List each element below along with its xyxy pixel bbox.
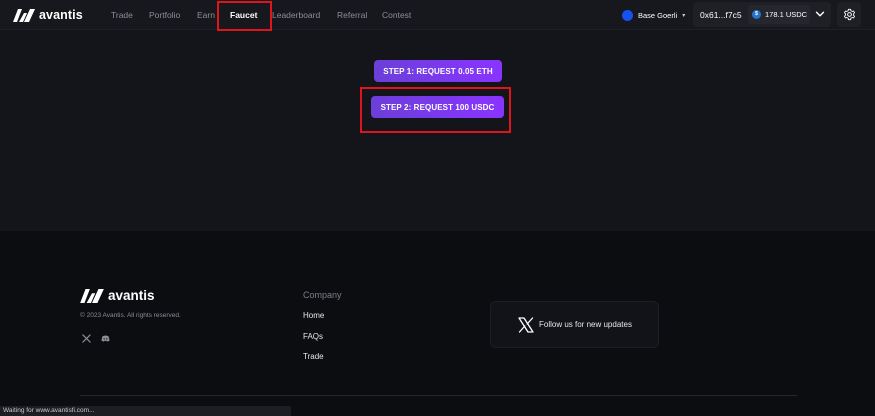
wallet-address: 0x61...f7c5 — [700, 9, 742, 20]
nav-portfolio[interactable]: Portfolio — [149, 10, 180, 20]
footer-brand-name: avantis — [108, 288, 155, 303]
caret-down-icon: ▾ — [682, 12, 686, 19]
copyright-text: © 2023 Avantis. All rights reserved. — [80, 312, 181, 319]
nav-faucet[interactable]: Faucet — [230, 10, 257, 20]
footer: avantis © 2023 Avantis. All rights reser… — [0, 231, 875, 416]
usdc-icon: $ — [752, 10, 761, 19]
network-label: Base Goerli — [638, 10, 678, 20]
gear-icon — [843, 8, 855, 21]
x-logo-icon — [518, 317, 534, 333]
x-icon — [81, 333, 91, 343]
balance-text: 178.1 USDC — [765, 10, 808, 19]
network-selector[interactable]: Base Goerli ▾ — [622, 8, 685, 22]
top-navbar: avantis Trade Portfolio Earn Faucet Lead… — [0, 0, 875, 30]
company-heading: Company — [303, 290, 342, 300]
follow-text: Follow us for new updates — [539, 320, 632, 329]
nav-contest[interactable]: Contest — [382, 10, 411, 20]
nav-referral[interactable]: Referral — [337, 10, 367, 20]
discord-social-link[interactable] — [99, 332, 111, 344]
nav-earn[interactable]: Earn — [197, 10, 215, 20]
avantis-logo-icon — [13, 8, 35, 22]
nav-trade[interactable]: Trade — [111, 10, 133, 20]
wallet-button[interactable]: 0x61...f7c5 $ 178.1 USDC — [693, 2, 831, 27]
footer-link-home[interactable]: Home — [303, 311, 324, 320]
discord-icon — [100, 335, 110, 342]
settings-button[interactable] — [837, 2, 861, 27]
request-eth-button[interactable]: STEP 1: REQUEST 0.05 ETH — [374, 60, 502, 82]
status-text: Waiting for www.avantisfi.com... — [3, 407, 95, 414]
base-network-icon — [622, 9, 633, 21]
nav-leaderboard[interactable]: Leaderboard — [272, 10, 320, 20]
footer-divider — [80, 395, 797, 396]
footer-link-trade[interactable]: Trade — [303, 352, 324, 361]
footer-logo[interactable]: avantis — [80, 288, 155, 303]
brand-logo[interactable]: avantis — [13, 8, 83, 22]
faucet-panel: STEP 1: REQUEST 0.05 ETH STEP 2: REQUEST… — [0, 31, 875, 231]
avantis-logo-icon — [80, 288, 104, 303]
x-social-link[interactable] — [80, 332, 92, 344]
request-usdc-button[interactable]: STEP 2: REQUEST 100 USDC — [371, 96, 504, 118]
chevron-down-icon — [815, 11, 825, 17]
footer-link-faqs[interactable]: FAQs — [303, 332, 323, 341]
wallet-balance: $ 178.1 USDC — [748, 5, 810, 24]
follow-x-card[interactable]: Follow us for new updates — [490, 301, 659, 348]
brand-name: avantis — [39, 8, 83, 22]
browser-status-bar: Waiting for www.avantisfi.com... — [0, 406, 291, 416]
